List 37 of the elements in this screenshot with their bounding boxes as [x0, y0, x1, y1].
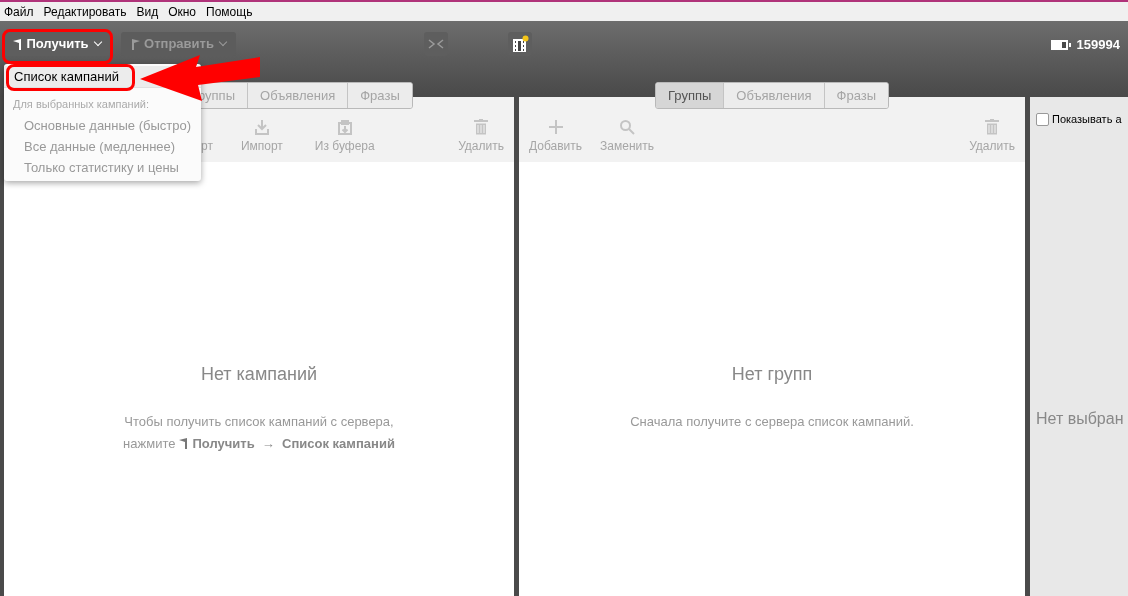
toolbar-action[interactable]: Заменить	[596, 119, 658, 152]
cursor-icon	[179, 437, 189, 449]
toolbar-action[interactable]: Удалить	[965, 119, 1019, 152]
empty-title: Нет групп	[731, 363, 813, 386]
trash-icon	[985, 119, 1000, 135]
hint-text: Сначала получите с сервера список кампаний.	[630, 413, 914, 431]
empty-title: Нет кампаний	[200, 363, 318, 386]
send-cursor-icon	[131, 38, 141, 50]
hint-menu-path: Получить → Список кампаний	[192, 434, 395, 453]
checkbox-label: Показывать а	[1052, 112, 1122, 127]
battery-icon	[1050, 39, 1071, 50]
toolbar-action[interactable]: Из буфера	[310, 119, 379, 152]
hint-text: Чтобы получить список кампаний с сервера,	[124, 413, 394, 431]
toolbar-action[interactable]: Удалить	[454, 119, 508, 152]
menu-item[interactable]: Файл	[4, 5, 34, 18]
film-icon	[511, 35, 529, 53]
checkbox[interactable]	[1036, 112, 1049, 126]
toolbar-action[interactable]: Добавить	[525, 119, 587, 152]
plus-icon	[547, 119, 564, 135]
search-icon	[619, 119, 635, 135]
panel-tab[interactable]: Фразы	[347, 83, 412, 108]
hint-text: нажмите	[123, 434, 176, 453]
panel-tab[interactable]: Фразы	[823, 83, 889, 108]
balance-amount: 159994	[1076, 36, 1120, 54]
cursor-icon	[13, 38, 23, 50]
action-label: рт	[201, 140, 213, 152]
toolbar-action[interactable]: Импорт	[236, 119, 287, 152]
collapse-icon	[428, 39, 444, 49]
menu-item[interactable]: Окно	[168, 5, 197, 18]
menu-item[interactable]: Редактировать	[43, 5, 127, 18]
panel-tab[interactable]: Группы	[656, 83, 724, 108]
empty-title: Нет выбран	[1036, 408, 1125, 429]
trash-icon	[474, 119, 489, 135]
menu-item[interactable]: Вид	[136, 5, 159, 18]
menu-item[interactable]: Помощь	[206, 5, 253, 18]
clipboard-icon	[336, 119, 353, 135]
import-icon	[253, 119, 270, 135]
